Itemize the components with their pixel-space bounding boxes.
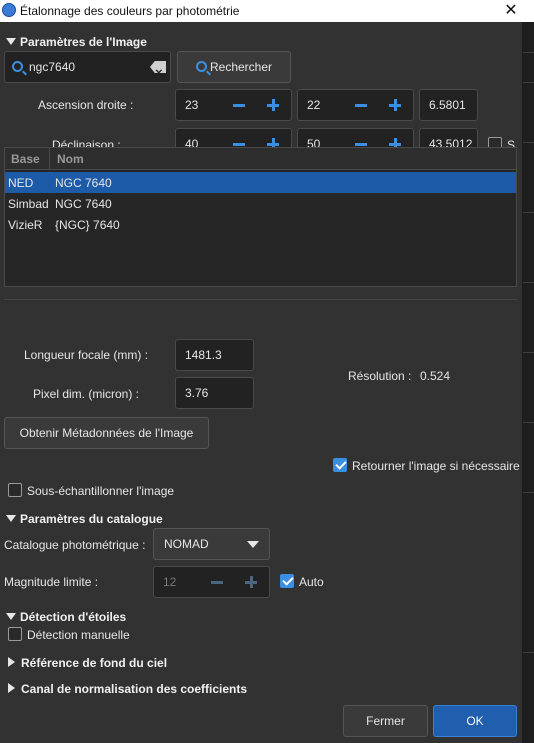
search-icon xyxy=(196,61,207,72)
catalog-params-label: Paramètres du catalogue xyxy=(20,512,163,526)
auto-magnitude-label: Auto xyxy=(299,575,324,589)
table-row[interactable]: NED NGC 7640 xyxy=(5,172,516,193)
downsample-checkbox[interactable] xyxy=(8,483,22,497)
row-base: Simbad xyxy=(8,197,49,211)
magnitude-limit-spin[interactable]: 12 xyxy=(153,566,270,598)
magnitude-limit-label: Magnitude limite : xyxy=(4,575,99,589)
triangle-down-icon xyxy=(6,515,16,522)
manual-detection-label: Détection manuelle xyxy=(27,628,130,642)
photometric-catalog-dropdown[interactable]: NOMAD xyxy=(153,528,270,560)
section-divider xyxy=(4,299,517,300)
star-detection-label: Détection d'étoiles xyxy=(20,610,127,624)
catalog-selected-value: NOMAD xyxy=(164,537,209,551)
table-row[interactable]: Simbad NGC 7640 xyxy=(5,193,516,214)
magnitude-limit-value: 12 xyxy=(163,575,177,589)
manual-detection-checkbox[interactable] xyxy=(8,627,22,641)
window-title: Étalonnage des couleurs par photométrie xyxy=(20,4,240,18)
minus-icon[interactable] xyxy=(355,143,367,146)
table-header: Base Nom xyxy=(5,148,516,170)
get-metadata-button[interactable]: Obtenir Métadonnées de l'Image xyxy=(4,417,209,449)
row-name: NGC 7640 xyxy=(55,197,112,211)
minus-icon[interactable] xyxy=(355,104,367,107)
triangle-right-icon xyxy=(8,683,15,693)
triangle-down-icon xyxy=(6,38,16,45)
app-icon xyxy=(2,3,16,17)
minus-icon[interactable] xyxy=(211,581,223,584)
row-name: {NGC} 7640 xyxy=(55,218,120,232)
row-name: NGC 7640 xyxy=(55,176,112,190)
plus-icon[interactable] xyxy=(389,99,401,111)
row-base: NED xyxy=(8,176,34,190)
focal-length-field[interactable]: 1481.3 xyxy=(175,339,254,371)
resolution-value: 0.524 xyxy=(420,369,451,383)
ra-hours-spin[interactable]: 23 xyxy=(175,89,292,121)
flip-image-label: Retourner l'image si nécessaire xyxy=(352,459,520,473)
search-icon xyxy=(12,61,23,72)
pixel-size-label: Pixel dim. (micron) : xyxy=(33,387,140,401)
object-search-input[interactable]: ngc7640 xyxy=(4,51,171,83)
minus-icon[interactable] xyxy=(233,143,245,146)
ok-button[interactable]: OK xyxy=(433,705,517,737)
resolution-label: Résolution : xyxy=(348,369,412,383)
chevron-down-icon xyxy=(247,541,259,548)
table-row[interactable]: VizieR {NGC} 7640 xyxy=(5,214,516,235)
downsample-label: Sous-échantillonner l'image xyxy=(27,484,175,498)
search-results-table: Base Nom NED NGC 7640 Simbad NGC 7640 Vi… xyxy=(4,147,517,287)
background-editor-strip xyxy=(522,22,534,743)
column-header-base[interactable]: Base xyxy=(11,152,40,166)
window-titlebar: Étalonnage des couleurs par photométrie … xyxy=(0,0,534,22)
focal-length-label: Longueur focale (mm) : xyxy=(24,348,149,362)
clear-text-icon[interactable] xyxy=(150,61,166,73)
column-header-name[interactable]: Nom xyxy=(57,152,84,166)
sky-background-expander[interactable]: Référence de fond du ciel xyxy=(8,656,167,670)
minus-icon[interactable] xyxy=(233,104,245,107)
pixel-size-field[interactable]: 3.76 xyxy=(175,377,254,409)
auto-magnitude-checkbox[interactable] xyxy=(280,574,294,588)
plus-icon[interactable] xyxy=(245,576,257,588)
search-button[interactable]: Rechercher xyxy=(177,51,291,83)
ra-hours-value: 23 xyxy=(185,98,199,112)
object-search-value: ngc7640 xyxy=(29,60,76,74)
plus-icon[interactable] xyxy=(267,99,279,111)
triangle-right-icon xyxy=(8,657,15,667)
image-params-expander[interactable]: Paramètres de l'Image xyxy=(6,35,147,49)
search-button-label: Rechercher xyxy=(209,60,273,74)
window-close-button[interactable]: ✕ xyxy=(488,0,534,22)
ra-minutes-value: 22 xyxy=(307,98,321,112)
sky-background-label: Référence de fond du ciel xyxy=(21,656,168,670)
normalization-channel-label: Canal de normalisation des coefficients xyxy=(21,682,248,696)
ra-label: Ascension droite : xyxy=(38,98,134,112)
close-button[interactable]: Fermer xyxy=(343,705,428,737)
triangle-down-icon xyxy=(6,613,16,620)
ra-minutes-spin[interactable]: 22 xyxy=(297,89,414,121)
photometric-catalog-label: Catalogue photométrique : xyxy=(4,538,146,552)
star-detection-expander[interactable]: Détection d'étoiles xyxy=(6,610,126,624)
flip-image-checkbox[interactable] xyxy=(333,458,347,472)
image-params-label: Paramètres de l'Image xyxy=(20,35,147,49)
normalization-channel-expander[interactable]: Canal de normalisation des coefficients xyxy=(8,682,247,696)
catalog-params-expander[interactable]: Paramètres du catalogue xyxy=(6,512,163,526)
ra-seconds-field[interactable]: 6.5801 xyxy=(419,89,478,121)
row-base: VizieR xyxy=(8,218,43,232)
